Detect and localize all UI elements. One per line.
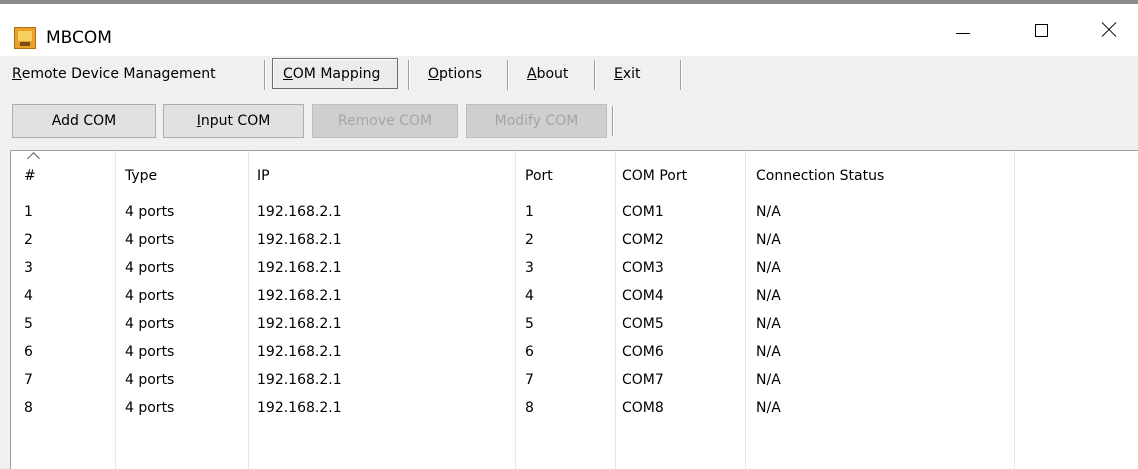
maximize-button[interactable] <box>1012 4 1070 56</box>
table-cell-com-port[interactable]: COM8 <box>622 399 664 417</box>
table-cell-index[interactable]: 2 <box>24 231 33 249</box>
com-mapping-table[interactable]: # Type IP Port COM Port Connection Status 1 4 p… <box>10 150 1138 469</box>
table-cell-index[interactable]: 7 <box>24 371 33 389</box>
window-title: MBCOM <box>46 28 112 48</box>
table-cell-connection-status[interactable]: N/A <box>756 315 781 333</box>
table-cell-port[interactable]: 5 <box>525 315 534 333</box>
table-cell-com-port[interactable]: COM2 <box>622 231 664 249</box>
table-cell-type[interactable]: 4 ports <box>125 315 174 333</box>
table-cell-com-port[interactable]: COM1 <box>622 203 664 221</box>
table-cell-index[interactable]: 6 <box>24 343 33 361</box>
remove-com-button[interactable]: Remove COM <box>312 104 458 138</box>
menu-separator <box>408 60 410 90</box>
minimize-icon <box>956 32 970 34</box>
add-com-button[interactable]: Add COM <box>12 104 156 138</box>
column-divider <box>115 151 116 469</box>
table-cell-type[interactable]: 4 ports <box>125 371 174 389</box>
close-button[interactable] <box>1080 4 1138 56</box>
menu-about[interactable]: About <box>527 56 568 92</box>
toolbar-separator <box>612 106 614 136</box>
table-cell-connection-status[interactable]: N/A <box>756 259 781 277</box>
table-cell-com-port[interactable]: COM3 <box>622 259 664 277</box>
table-cell-port[interactable]: 3 <box>525 259 534 277</box>
table-cell-index[interactable]: 3 <box>24 259 33 277</box>
table-cell-port[interactable]: 1 <box>525 203 534 221</box>
menu-separator <box>507 60 509 90</box>
mbcom-app-icon <box>14 27 36 49</box>
table-cell-port[interactable]: 8 <box>525 399 534 417</box>
menu-separator <box>680 60 682 90</box>
maximize-icon <box>1034 23 1048 37</box>
table-cell-com-port[interactable]: COM7 <box>622 371 664 389</box>
table-cell-ip[interactable]: 192.168.2.1 <box>257 315 342 333</box>
menu-com-mapping[interactable]: C OM Mapping <box>283 56 380 92</box>
table-cell-port[interactable]: 4 <box>525 287 534 305</box>
column-header-com-port[interactable]: COM Port <box>622 151 687 197</box>
menu-bar: Remote Device Management C OM Mapping Opt… <box>0 56 1138 94</box>
table-cell-connection-status[interactable]: N/A <box>756 399 781 417</box>
column-header-ip[interactable]: IP <box>257 151 270 197</box>
table-cell-ip[interactable]: 192.168.2.1 <box>257 287 342 305</box>
table-cell-port[interactable]: 2 <box>525 231 534 249</box>
table-cell-com-port[interactable]: COM6 <box>622 343 664 361</box>
table-cell-port[interactable]: 6 <box>525 343 534 361</box>
table-cell-connection-status[interactable]: N/A <box>756 343 781 361</box>
table-cell-type[interactable]: 4 ports <box>125 203 174 221</box>
table-cell-type[interactable]: 4 ports <box>125 287 174 305</box>
minimize-button[interactable] <box>934 4 992 56</box>
modify-com-button[interactable]: Modify COM <box>466 104 607 138</box>
table-cell-type[interactable]: 4 ports <box>125 399 174 417</box>
column-header-port[interactable]: Port <box>525 151 553 197</box>
table-cell-type[interactable]: 4 ports <box>125 343 174 361</box>
table-cell-com-port[interactable]: COM4 <box>622 287 664 305</box>
input-com-button[interactable]: Input COM <box>163 104 304 138</box>
column-divider <box>615 151 616 469</box>
close-icon <box>1101 22 1117 38</box>
table-cell-ip[interactable]: 192.168.2.1 <box>257 259 342 277</box>
menu-separator <box>594 60 596 90</box>
menu-options[interactable]: Options <box>428 56 482 92</box>
table-cell-port[interactable]: 7 <box>525 371 534 389</box>
table-cell-connection-status[interactable]: N/A <box>756 371 781 389</box>
table-cell-ip[interactable]: 192.168.2.1 <box>257 371 342 389</box>
table-cell-index[interactable]: 4 <box>24 287 33 305</box>
column-divider <box>515 151 516 469</box>
column-header-connection-status[interactable]: Connection Status <box>756 151 884 197</box>
table-cell-ip[interactable]: 192.168.2.1 <box>257 399 342 417</box>
table-cell-connection-status[interactable]: N/A <box>756 287 781 305</box>
column-divider <box>1014 151 1015 469</box>
table-cell-type[interactable]: 4 ports <box>125 259 174 277</box>
table-cell-index[interactable]: 1 <box>24 203 33 221</box>
table-cell-index[interactable]: 5 <box>24 315 33 333</box>
menu-remote-device-management[interactable]: Remote Device Management <box>12 56 216 92</box>
table-cell-ip[interactable]: 192.168.2.1 <box>257 203 342 221</box>
table-cell-ip[interactable]: 192.168.2.1 <box>257 231 342 249</box>
menu-separator <box>264 60 266 90</box>
table-cell-index[interactable]: 8 <box>24 399 33 417</box>
column-divider <box>248 151 249 469</box>
table-cell-ip[interactable]: 192.168.2.1 <box>257 343 342 361</box>
table-cell-type[interactable]: 4 ports <box>125 231 174 249</box>
column-divider <box>745 151 746 469</box>
table-cell-com-port[interactable]: COM5 <box>622 315 664 333</box>
column-header-type[interactable]: Type <box>125 151 157 197</box>
table-cell-connection-status[interactable]: N/A <box>756 203 781 221</box>
table-cell-connection-status[interactable]: N/A <box>756 231 781 249</box>
menu-exit[interactable]: Exit <box>614 56 641 92</box>
